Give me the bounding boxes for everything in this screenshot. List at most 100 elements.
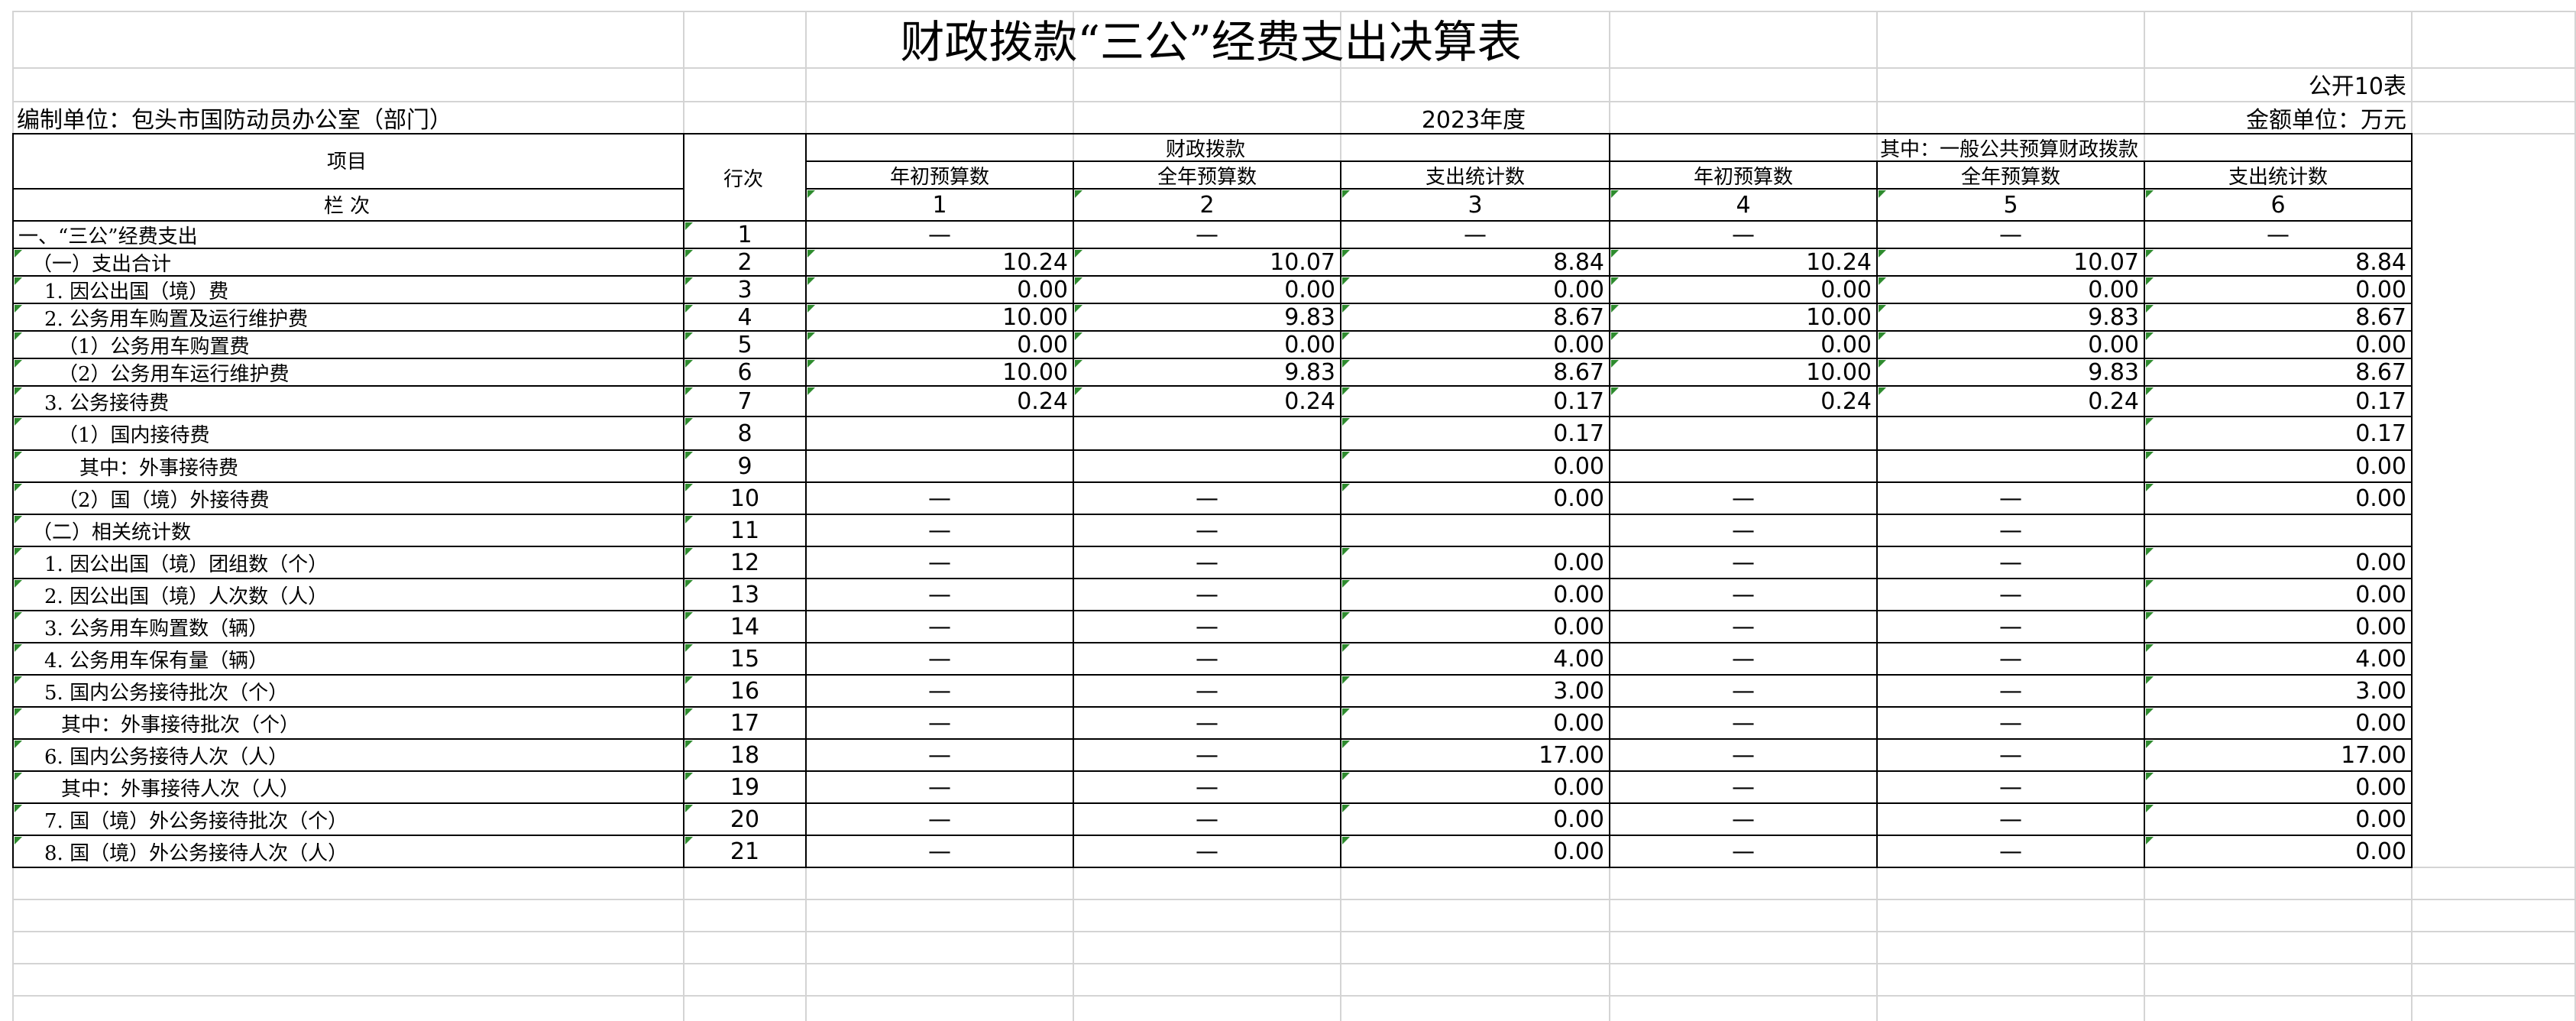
gridline-horizontal [12, 899, 2574, 900]
text-format-marker [15, 484, 22, 491]
table-cell: — [1999, 645, 2022, 673]
table-cell: 0.00 [2355, 613, 2406, 640]
table-cell: — [1999, 741, 2022, 769]
table-cell: 9.83 [1284, 304, 1335, 330]
table-border-vertical [1609, 133, 1610, 868]
spreadsheet: 财政拨款“三公”经费支出决算表 公开10表 编制单位：包头市国防动员办公室（部门… [0, 0, 2576, 1021]
table-cell: 4.00 [2355, 645, 2406, 673]
row-label: 8. 国（境）外公务接待人次（人） [44, 841, 348, 865]
table-border-horizontal [12, 481, 2413, 483]
text-format-marker [1342, 387, 1350, 395]
row-number: 19 [730, 773, 760, 801]
table-cell: 0.00 [1553, 709, 1604, 737]
table-cell: — [1732, 645, 1755, 673]
text-format-marker [15, 332, 22, 340]
table-border-horizontal [12, 330, 2413, 332]
table-cell: — [1732, 709, 1755, 737]
form-number: 公开10表 [2308, 73, 2406, 99]
table-border-horizontal [12, 802, 2413, 804]
text-format-marker [15, 741, 22, 748]
row-label: 3. 公务用车购置数（辆） [44, 617, 269, 640]
table-cell: 0.00 [2355, 709, 2406, 737]
row-number: 11 [730, 517, 760, 544]
text-format-marker [685, 708, 693, 716]
table-cell: 0.00 [1553, 581, 1604, 608]
table-cell: 0.00 [2088, 277, 2139, 303]
text-format-marker [685, 418, 693, 426]
text-format-marker [1342, 837, 1350, 844]
text-format-marker [15, 360, 22, 368]
text-format-marker [15, 548, 22, 556]
text-format-marker [1342, 773, 1350, 780]
table-cell: 0.00 [2088, 332, 2139, 358]
text-format-marker [1879, 305, 1886, 313]
table-border-vertical [805, 133, 807, 868]
header-row-no: 行次 [723, 167, 763, 191]
text-format-marker [685, 644, 693, 652]
table-cell: 0.00 [2355, 838, 2406, 865]
table-cell: 0.00 [2355, 485, 2406, 512]
table-cell: — [1732, 677, 1755, 705]
text-format-marker [685, 516, 693, 523]
row-label: 2. 因公出国（境）人次数（人） [44, 585, 328, 608]
text-format-marker [685, 773, 693, 780]
column-number-4: 4 [1736, 191, 1751, 219]
subheader-3: 支出统计数 [1425, 165, 1525, 189]
column-number-1: 1 [932, 191, 947, 219]
table-cell: — [928, 677, 951, 705]
table-cell: — [1732, 222, 1755, 248]
table-cell: — [1732, 581, 1755, 608]
table-border-horizontal [805, 188, 2413, 190]
table-cell: — [928, 613, 951, 640]
row-label: （二）相关统计数 [32, 520, 192, 544]
table-cell [1074, 451, 1340, 481]
table-cell: 0.00 [1553, 838, 1604, 865]
table-border-horizontal [12, 449, 2413, 451]
text-format-marker [807, 277, 815, 285]
table-cell: 0.00 [2355, 452, 2406, 480]
text-format-marker [1075, 360, 1083, 368]
text-format-marker [1879, 277, 1886, 285]
header-group-general: 其中：一般公共预算财政拨款 [1879, 138, 2138, 161]
row-label: 4. 公务用车保有量（辆） [44, 649, 269, 673]
table-cell: 0.00 [1553, 332, 1604, 358]
table-border-vertical [12, 133, 14, 868]
table-cell: — [1999, 805, 2022, 833]
row-number: 7 [737, 387, 752, 415]
text-format-marker [685, 222, 693, 230]
text-format-marker [2146, 305, 2154, 313]
text-format-marker [15, 516, 22, 523]
table-cell: — [1196, 838, 1218, 865]
table-cell: 0.00 [1553, 485, 1604, 512]
table-cell: — [1999, 773, 2022, 801]
column-number-3: 3 [1468, 191, 1483, 219]
table-cell: 10.00 [1002, 359, 1068, 385]
text-format-marker [15, 277, 22, 285]
table-border-horizontal [12, 133, 2413, 135]
table-cell [1878, 417, 2144, 449]
table-cell: 0.00 [1284, 332, 1335, 358]
table-border-horizontal [12, 867, 2413, 868]
table-border-horizontal [12, 578, 2413, 579]
table-cell: — [1732, 613, 1755, 640]
table-cell: — [1196, 549, 1218, 576]
text-format-marker [2146, 837, 2154, 844]
text-format-marker [1342, 332, 1350, 340]
row-label: 其中：外事接待人次（人） [61, 777, 300, 801]
table-border-horizontal [12, 303, 2413, 304]
amount-unit: 金额单位：万元 [2246, 107, 2406, 133]
table-cell: — [928, 517, 951, 544]
row-number: 3 [737, 277, 752, 303]
table-cell: — [1732, 517, 1755, 544]
table-cell: 0.00 [1284, 277, 1335, 303]
table-cell: — [1999, 613, 2022, 640]
table-cell: 8.67 [2355, 359, 2406, 385]
text-format-marker [15, 580, 22, 588]
text-format-marker [1342, 741, 1350, 748]
text-format-marker [1342, 277, 1350, 285]
text-format-marker [2146, 190, 2154, 198]
text-format-marker [807, 305, 815, 313]
table-border-horizontal [12, 220, 2413, 222]
text-format-marker [1611, 277, 1619, 285]
subheader-1: 年初预算数 [889, 165, 989, 189]
